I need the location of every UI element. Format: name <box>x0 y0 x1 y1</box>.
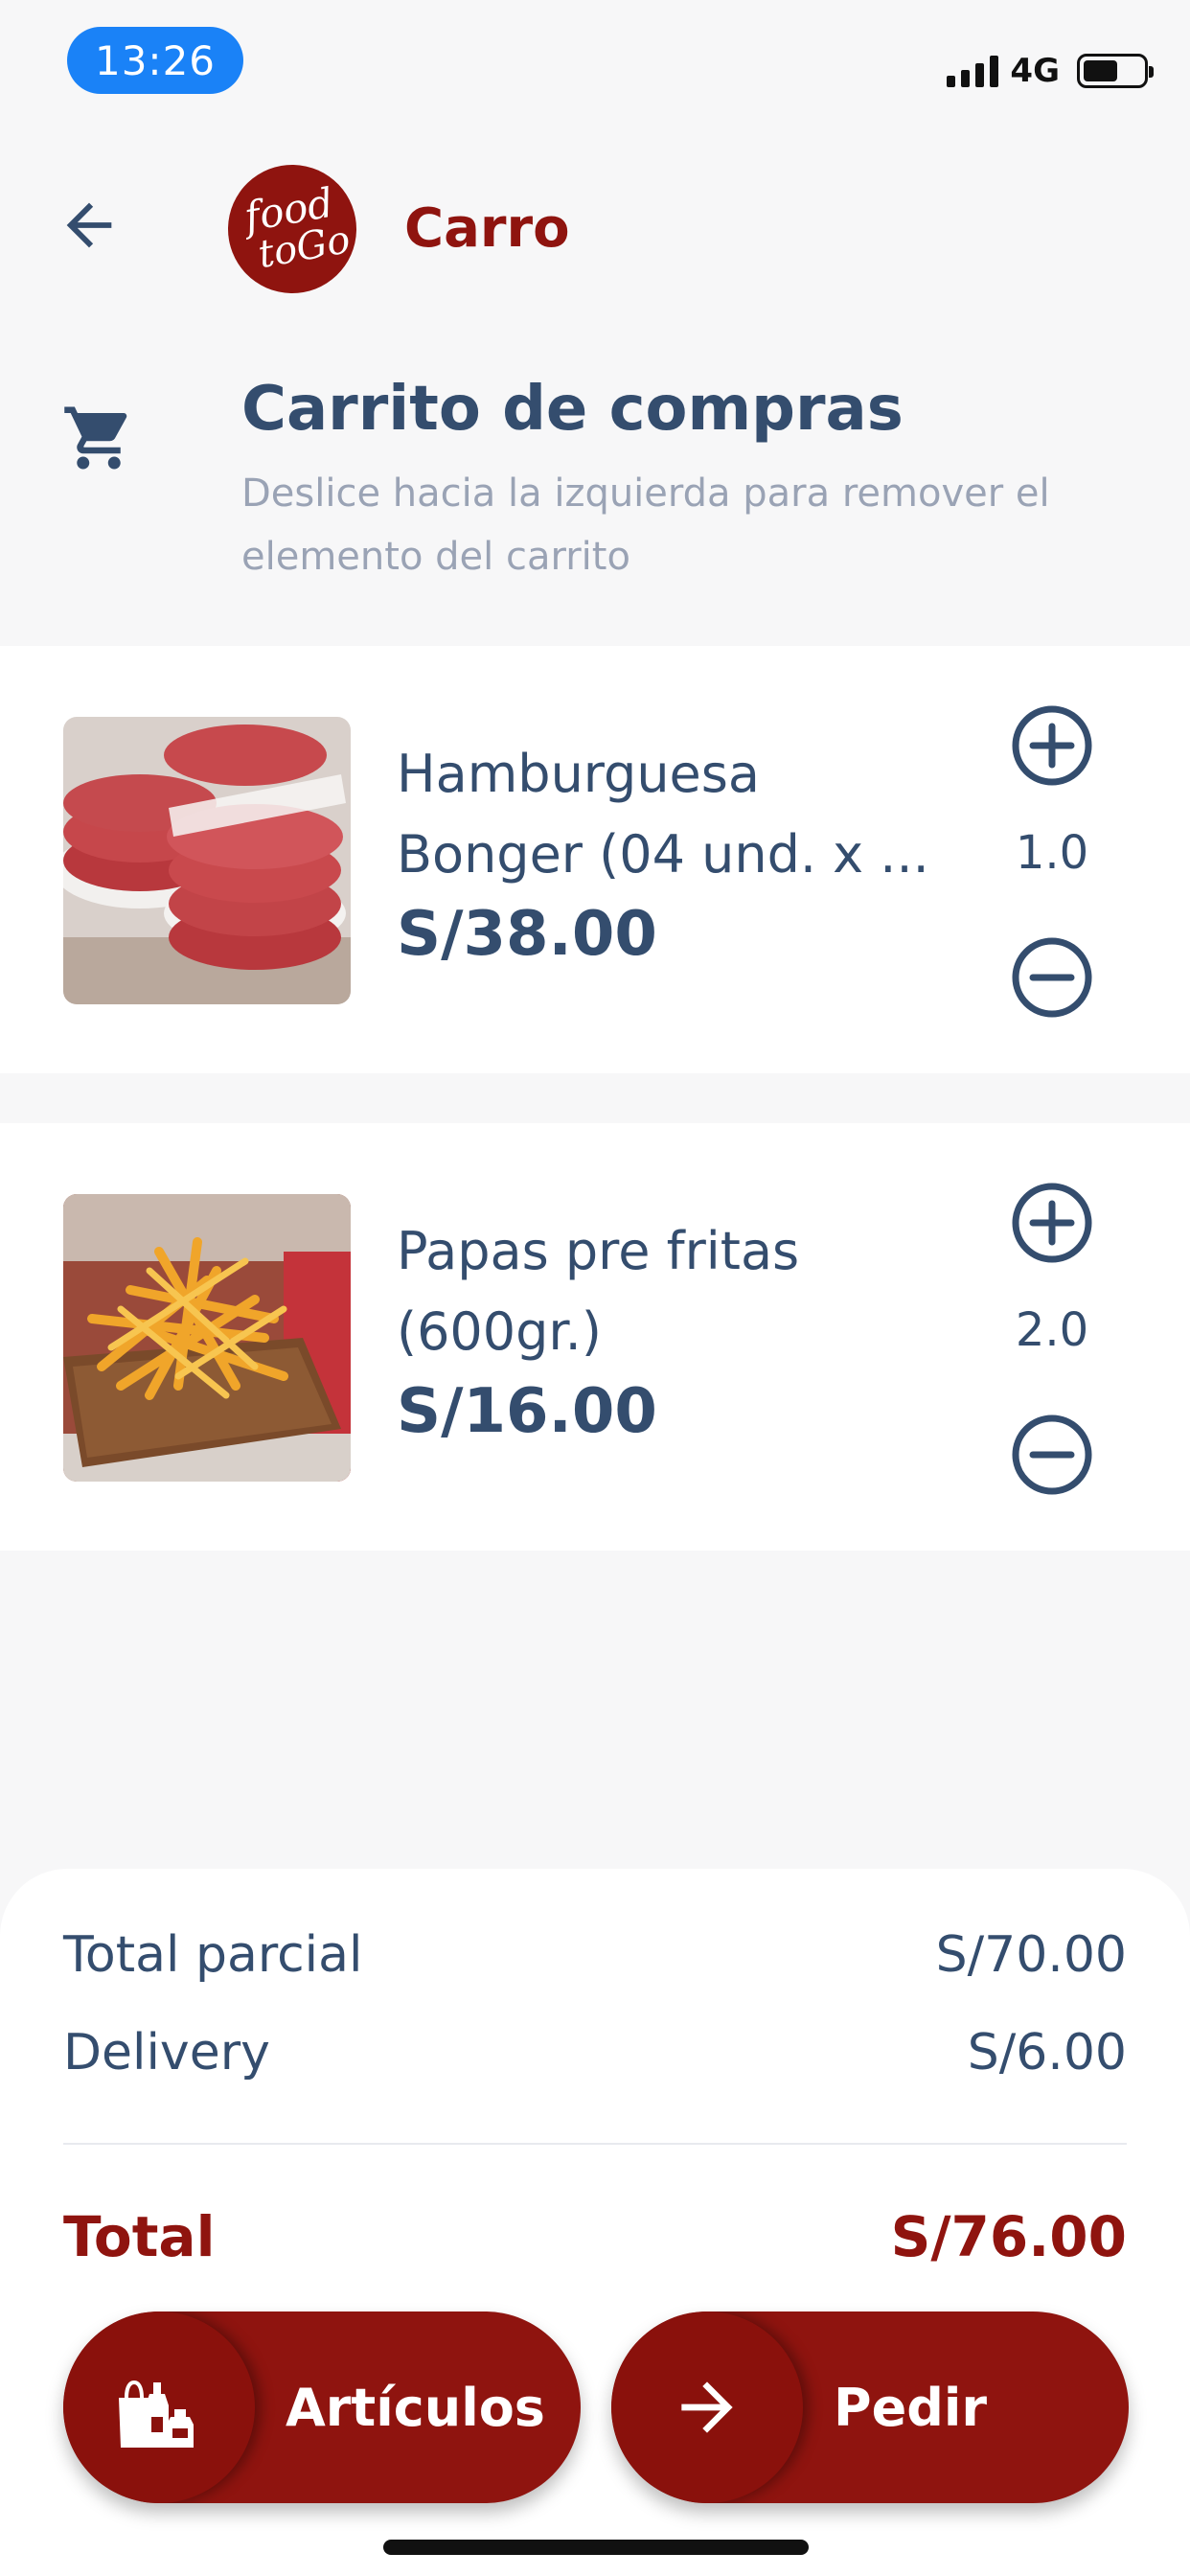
home-indicator[interactable] <box>383 2540 809 2555</box>
order-button[interactable]: Pedir <box>611 2312 1129 2503</box>
order-label: Pedir <box>834 2377 987 2438</box>
item-price: S/38.00 <box>397 899 657 970</box>
plus-circle-icon[interactable] <box>1010 1181 1094 1265</box>
divider <box>63 2143 1127 2145</box>
back-button[interactable] <box>56 192 123 259</box>
network-label: 4G <box>1010 52 1060 90</box>
status-time: 13:26 <box>67 27 243 94</box>
battery-icon <box>1077 54 1154 88</box>
cart-item[interactable]: Hamburguesa Bonger (04 und. x ... S/38.0… <box>0 646 1190 1073</box>
food-to-go-logo: food toGo <box>217 154 367 304</box>
product-image-burger <box>63 717 351 1004</box>
plus-circle-icon[interactable] <box>1010 703 1094 788</box>
cart-item[interactable]: Papas pre fritas (600gr.) S/16.00 2.0 <box>0 1123 1190 1551</box>
arrow-right-icon <box>611 2312 803 2503</box>
product-image-fries <box>63 1194 351 1482</box>
cart-icon <box>64 406 127 470</box>
delivery-value: S/6.00 <box>967 2024 1127 2082</box>
subtotal-value: S/70.00 <box>935 1926 1127 1984</box>
item-price: S/16.00 <box>397 1376 657 1447</box>
cart-instructions: Deslice hacia la izquierda para remover … <box>241 472 1050 579</box>
articles-button[interactable]: Artículos <box>63 2312 581 2503</box>
cart-heading: Carrito de compras <box>241 374 904 445</box>
signal-icon <box>947 55 999 87</box>
articles-label: Artículos <box>286 2377 545 2438</box>
minus-circle-icon[interactable] <box>1010 935 1094 1020</box>
total-label: Total <box>63 2204 216 2269</box>
page-title: Carro <box>404 197 570 260</box>
back-arrow-icon <box>66 202 112 248</box>
item-quantity: 1.0 <box>1015 826 1089 880</box>
grocery-bag-icon <box>63 2312 255 2503</box>
item-quantity: 2.0 <box>1015 1303 1089 1357</box>
delivery-label: Delivery <box>63 2024 270 2082</box>
item-name: Papas pre fritas (600gr.) <box>397 1221 800 1362</box>
minus-circle-icon[interactable] <box>1010 1413 1094 1497</box>
subtotal-label: Total parcial <box>63 1926 363 1984</box>
item-name: Hamburguesa Bonger (04 und. x ... <box>397 744 929 885</box>
status-indicators: 4G <box>947 52 1154 90</box>
total-value: S/76.00 <box>890 2204 1127 2269</box>
